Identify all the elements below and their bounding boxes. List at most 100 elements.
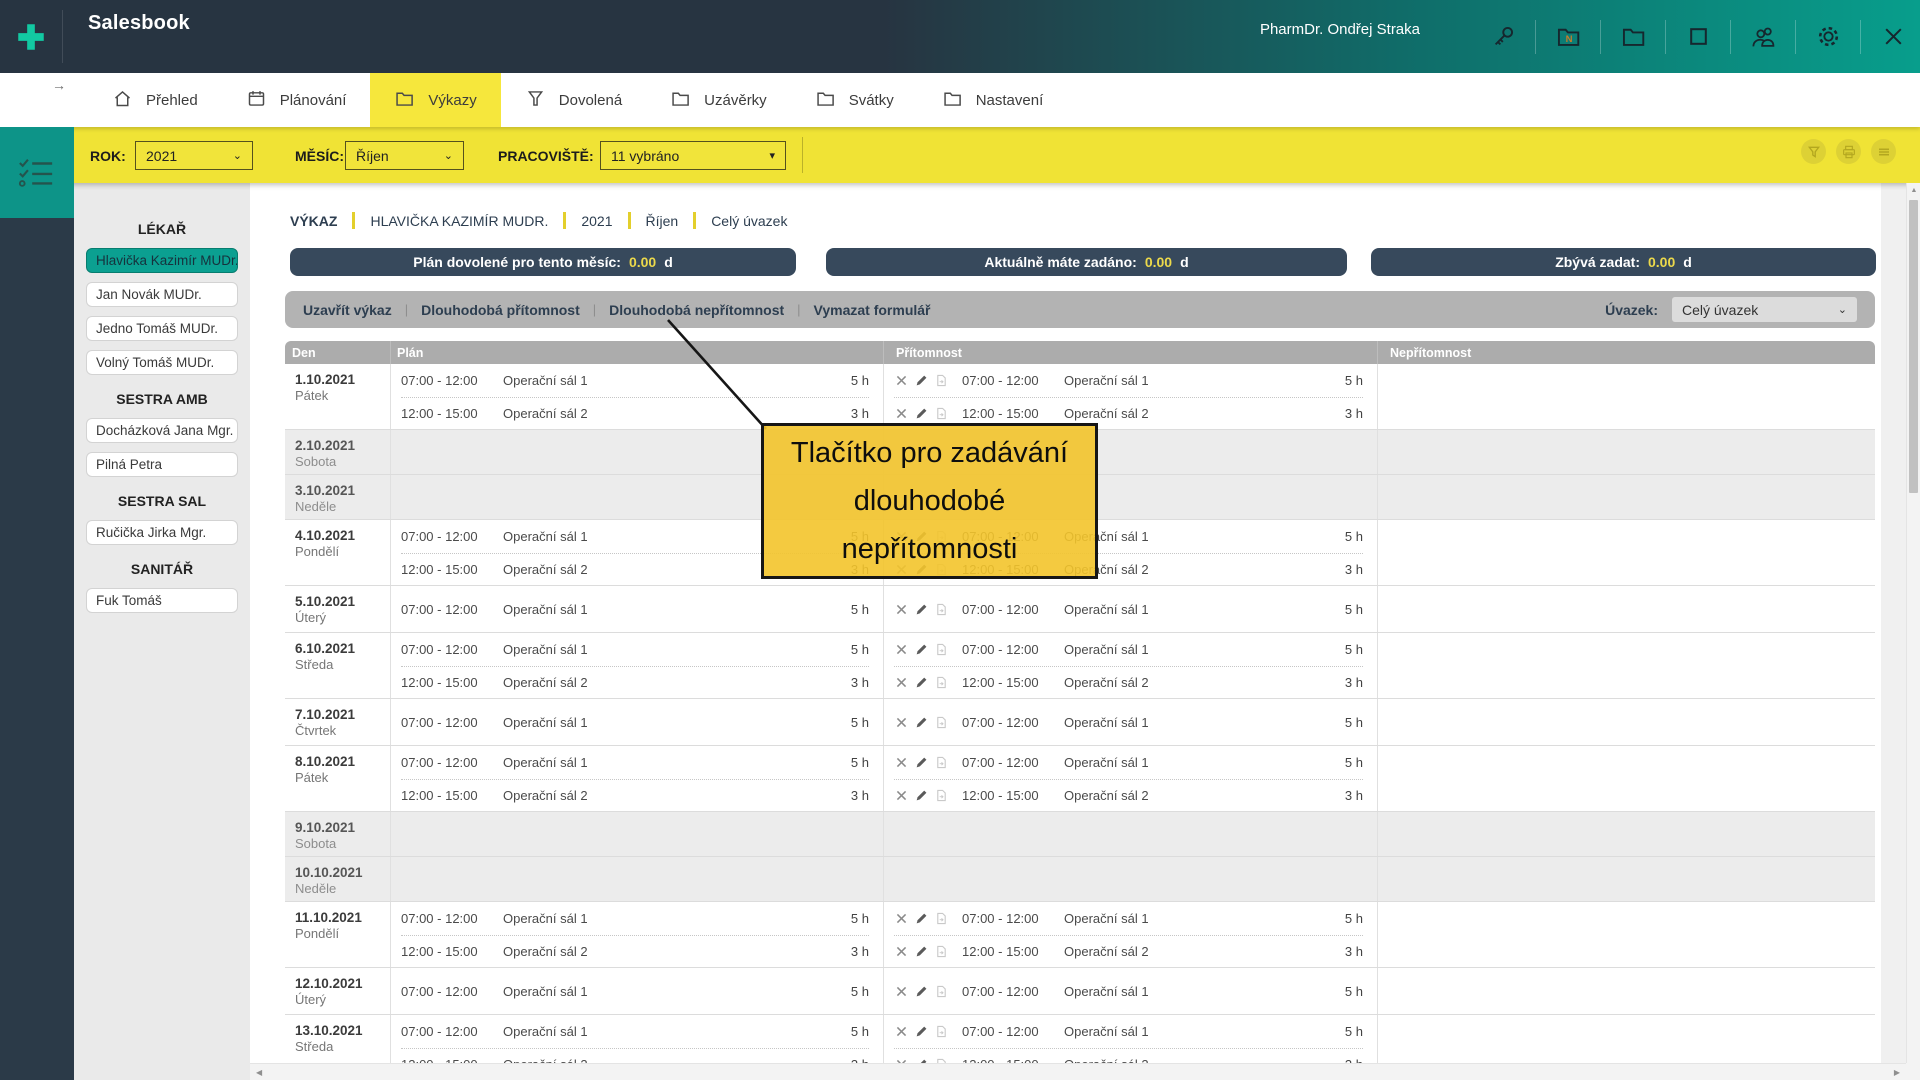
delete-icon[interactable] <box>894 1024 908 1038</box>
tab-prehled[interactable]: Přehled <box>88 73 222 127</box>
scroll-up-icon[interactable]: ▲ <box>1907 187 1920 194</box>
back-arrow-icon[interactable]: → <box>52 77 66 93</box>
horizontal-scrollbar[interactable]: ◀ ▶ <box>250 1063 1906 1080</box>
menu-icon[interactable] <box>1871 139 1896 164</box>
maximize-icon[interactable] <box>1681 20 1715 54</box>
tab-vykazy[interactable]: Výkazy <box>370 73 500 127</box>
delete-icon[interactable] <box>894 788 908 802</box>
sidebar-item-staff[interactable]: Jedno Tomáš MUDr. <box>86 316 238 341</box>
entry-time: 07:00 - 12:00 <box>401 911 489 926</box>
edit-icon[interactable] <box>914 944 928 958</box>
scroll-left-icon[interactable]: ◀ <box>256 1068 262 1077</box>
scroll-right-icon[interactable]: ▶ <box>1894 1068 1900 1077</box>
delete-icon[interactable] <box>894 755 908 769</box>
edit-icon[interactable] <box>914 642 928 656</box>
print-icon[interactable] <box>1836 139 1861 164</box>
schedule-entry: 07:00 - 12:00Operační sál 15 h <box>894 902 1363 935</box>
entry-hours: 5 h <box>1345 1024 1363 1039</box>
entry-actions <box>894 373 948 387</box>
sidebar-item-staff[interactable]: Pilná Petra <box>86 452 238 477</box>
sidebar-item-staff[interactable]: Fuk Tomáš <box>86 588 238 613</box>
longterm-presence-button[interactable]: Dlouhodobá přítomnost <box>421 302 580 318</box>
breadcrumb-item: Říjen <box>646 213 679 229</box>
entry-hours: 5 h <box>851 755 869 770</box>
delete-icon[interactable] <box>894 602 908 616</box>
settings-icon[interactable] <box>1811 20 1845 54</box>
plan-cell: 07:00 - 12:00Operační sál 15 h <box>390 968 883 1014</box>
delete-icon[interactable] <box>894 715 908 729</box>
plan-cell: 07:00 - 12:00Operační sál 15 h12:00 - 15… <box>390 746 883 811</box>
sidebar-item-staff[interactable]: Volný Tomáš MUDr. <box>86 350 238 375</box>
delete-icon[interactable] <box>894 984 908 998</box>
close-icon[interactable] <box>1876 20 1910 54</box>
table-row: 11.10.2021Pondělí07:00 - 12:00Operační s… <box>285 902 1875 968</box>
edit-icon[interactable] <box>914 373 928 387</box>
day-cell: 12.10.2021Úterý <box>285 968 390 1014</box>
tab-planovani[interactable]: Plánování <box>222 73 371 127</box>
year-select[interactable]: 2021 ⌄ <box>135 141 253 170</box>
sidebar-item-staff[interactable]: Hlavička Kazimír MUDr. <box>86 248 238 273</box>
pill-label: Plán dovolené pro tento měsíc: <box>413 254 621 270</box>
contract-select[interactable]: Celý úvazek ⌄ <box>1672 297 1857 322</box>
clear-form-button[interactable]: Vymazat formulář <box>814 302 931 318</box>
entry-place: Operační sál 2 <box>503 675 588 690</box>
entry-hours: 5 h <box>1345 642 1363 657</box>
tab-uzaverky[interactable]: Uzávěrky <box>646 73 791 127</box>
header-icon-bar: N <box>1486 0 1910 73</box>
delete-icon[interactable] <box>894 642 908 656</box>
edit-icon[interactable] <box>914 984 928 998</box>
filter-actions <box>1801 139 1896 164</box>
sidebar-item-staff[interactable]: Docházková Jana Mgr. <box>86 418 238 443</box>
key-icon[interactable] <box>1486 20 1520 54</box>
tab-dovolena[interactable]: Dovolená <box>501 73 646 127</box>
entry-place: Operační sál 1 <box>1064 755 1149 770</box>
sidebar-item-staff[interactable]: Ručička Jirka Mgr. <box>86 520 238 545</box>
edit-icon[interactable] <box>914 788 928 802</box>
edit-icon[interactable] <box>914 1024 928 1038</box>
workplace-label: PRACOVIŠTĚ: <box>498 148 594 164</box>
header-icon-separator <box>1665 20 1666 54</box>
users-icon[interactable] <box>1746 20 1780 54</box>
edit-icon[interactable] <box>914 911 928 925</box>
entry-time: 07:00 - 12:00 <box>962 911 1050 926</box>
longterm-absence-button[interactable]: Dlouhodobá nepřítomnost <box>609 302 784 318</box>
delete-icon[interactable] <box>894 675 908 689</box>
entry-hours: 3 h <box>851 944 869 959</box>
app-logo <box>0 0 62 73</box>
month-select[interactable]: Říjen ⌄ <box>345 141 464 170</box>
tab-svatky[interactable]: Svátky <box>791 73 918 127</box>
entry-place: Operační sál 2 <box>1064 788 1149 803</box>
month-label: MĚSÍC: <box>295 148 344 164</box>
delete-icon[interactable] <box>894 944 908 958</box>
workplace-select[interactable]: 11 vybráno ▾ <box>600 141 786 170</box>
delete-icon[interactable] <box>894 406 908 420</box>
filter-icon[interactable] <box>1801 139 1826 164</box>
row-date: 6.10.2021 <box>295 640 390 657</box>
vertical-scrollbar[interactable]: ▲ <box>1906 183 1920 1063</box>
table-row: 10.10.2021Neděle <box>285 857 1875 902</box>
edit-icon[interactable] <box>914 715 928 729</box>
chevron-down-icon: ⌄ <box>233 149 242 162</box>
delete-icon[interactable] <box>894 911 908 925</box>
entry-time: 12:00 - 15:00 <box>401 944 489 959</box>
close-report-button[interactable]: Uzavřít výkaz <box>303 302 392 318</box>
tab-nastaveni[interactable]: Nastavení <box>918 73 1068 127</box>
entry-time: 07:00 - 12:00 <box>401 1024 489 1039</box>
row-date: 9.10.2021 <box>295 819 390 836</box>
vertical-scroll-thumb[interactable] <box>1909 200 1918 493</box>
delete-icon[interactable] <box>894 373 908 387</box>
breadcrumb: VÝKAZ HLAVIČKA KAZIMÍR MUDR. 2021 Říjen … <box>290 212 787 229</box>
edit-icon[interactable] <box>914 755 928 769</box>
edit-icon[interactable] <box>914 602 928 616</box>
edit-icon[interactable] <box>914 675 928 689</box>
edit-icon[interactable] <box>914 406 928 420</box>
day-cell: 7.10.2021Čtvrtek <box>285 699 390 745</box>
sidebar-item-staff[interactable]: Jan Novák MUDr. <box>86 282 238 307</box>
folder-icon[interactable] <box>1616 20 1650 54</box>
folder-n-icon[interactable]: N <box>1551 20 1585 54</box>
entry-actions <box>894 602 948 616</box>
nav-tabs: PřehledPlánováníVýkazyDovolenáUzávěrky Sv… <box>88 73 1067 127</box>
tab-label: Svátky <box>849 92 894 109</box>
entry-time: 07:00 - 12:00 <box>401 984 489 999</box>
entry-time: 07:00 - 12:00 <box>401 642 489 657</box>
